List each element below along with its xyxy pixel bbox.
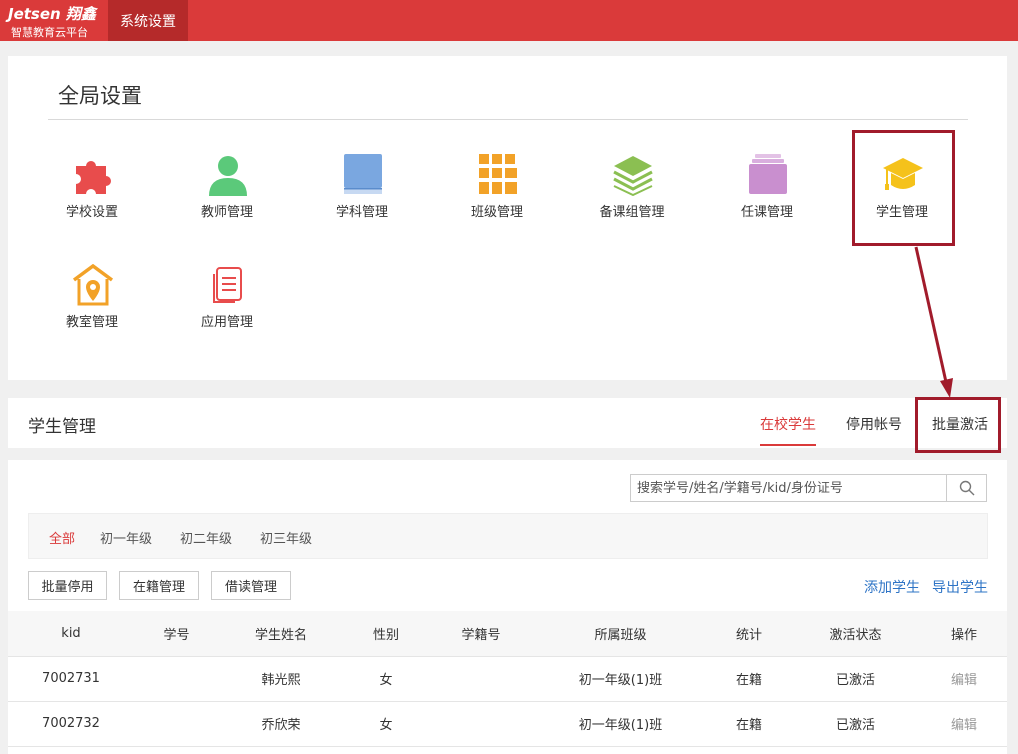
cell-stat: 在籍 (708, 701, 790, 747)
student-content: 全部 初一年级 初二年级 初三年级 批量停用 在籍管理 借读管理 添加学生 导出… (8, 460, 1007, 754)
tile-application-management[interactable]: 应用管理 (177, 264, 277, 354)
tile-label: 教室管理 (65, 315, 118, 330)
global-settings-title: 全局设置 (58, 84, 142, 108)
tile-school-settings[interactable]: 学校设置 (42, 154, 142, 244)
cell-name: 乔欣荣 (219, 701, 343, 747)
layers-icon (613, 156, 653, 196)
edit-link[interactable]: 编辑 (921, 656, 1007, 702)
filter-grade-9[interactable]: 初三年级 (260, 528, 312, 547)
tile-course-assignment[interactable]: 任课管理 (717, 154, 817, 244)
column-header[interactable]: 学籍号 (429, 611, 533, 657)
logo[interactable]: Jetsen 翔鑫 智慧教育云平台 (0, 0, 108, 41)
edit-link[interactable]: 编辑 (921, 701, 1007, 747)
tile-subject-management[interactable]: 学科管理 (312, 154, 412, 244)
logo-brand: Jetsen 翔鑫 (8, 5, 96, 23)
batch-disable-button[interactable]: 批量停用 (28, 571, 107, 600)
search-input[interactable] (631, 475, 948, 501)
puzzle-icon (76, 161, 111, 194)
column-header: 操作 (921, 611, 1007, 657)
cell-registration-no (429, 701, 533, 747)
user-icon (209, 156, 247, 196)
column-header[interactable]: 所属班级 (533, 611, 708, 657)
book-icon (344, 154, 382, 194)
tile-label: 学科管理 (335, 205, 388, 220)
column-header[interactable]: 统计 (708, 611, 790, 657)
table-row[interactable]: 7002731 韩光熙 女 初一年级(1)班 在籍 已激活 编辑 (8, 656, 1007, 702)
tab-enrolled-students[interactable]: 在校学生 (760, 414, 816, 446)
cell-registration-no (429, 656, 533, 702)
nav-tab-system-settings[interactable]: 系统设置 (108, 0, 188, 41)
search-icon (959, 480, 974, 496)
tile-teacher-management[interactable]: 教师管理 (177, 154, 277, 244)
column-header[interactable]: 性别 (343, 611, 429, 657)
student-title: 学生管理 (28, 417, 96, 437)
cell-kid: 7002731 (8, 656, 134, 702)
logo-subtitle: 智慧教育云平台 (11, 26, 88, 39)
filter-grade-7[interactable]: 初一年级 (100, 528, 152, 547)
cell-gender: 女 (343, 701, 429, 747)
filter-grade-8[interactable]: 初二年级 (180, 528, 232, 547)
column-header[interactable]: kid (8, 611, 134, 657)
highlight-box-batch-activate (915, 397, 1001, 453)
tile-label: 学校设置 (65, 205, 118, 220)
cell-activation-status: 已激活 (790, 701, 921, 747)
cell-activation-status: 已激活 (790, 656, 921, 702)
tile-label: 备课组管理 (599, 205, 665, 220)
tile-label: 班级管理 (470, 205, 523, 220)
cell-class: 初一年级(1)班 (533, 656, 708, 702)
table-header-row: kid 学号 学生姓名 性别 学籍号 所属班级 统计 激活状态 操作 (8, 611, 1007, 657)
cell-name: 韩光熙 (219, 656, 343, 702)
search-box (630, 474, 987, 502)
transient-study-management-button[interactable]: 借读管理 (211, 571, 291, 600)
document-icon (213, 267, 242, 303)
search-button[interactable] (946, 475, 986, 501)
student-table: kid 学号 学生姓名 性别 学籍号 所属班级 统计 激活状态 操作 70027… (8, 611, 1007, 747)
tile-class-management[interactable]: 班级管理 (447, 154, 547, 244)
column-header[interactable]: 学号 (134, 611, 219, 657)
cell-gender: 女 (343, 656, 429, 702)
highlight-box-student-tile (852, 130, 955, 246)
classroom-icon (72, 264, 114, 306)
grade-filter-bar: 全部 初一年级 初二年级 初三年级 (28, 513, 988, 559)
tile-label: 教师管理 (200, 205, 253, 220)
divider (48, 119, 968, 120)
filter-all[interactable]: 全部 (49, 528, 75, 547)
top-bar: Jetsen 翔鑫 智慧教育云平台 系统设置 (0, 0, 1018, 41)
cell-stat: 在籍 (708, 656, 790, 702)
table-row[interactable]: 7002732 乔欣荣 女 初一年级(1)班 在籍 已激活 编辑 (8, 701, 1007, 747)
tile-label: 任课管理 (740, 205, 793, 220)
enrollment-management-button[interactable]: 在籍管理 (119, 571, 199, 600)
student-header: 学生管理 在校学生 停用帐号 批量激活 (8, 398, 1007, 448)
tab-disabled-accounts[interactable]: 停用帐号 (846, 414, 902, 434)
column-header[interactable]: 学生姓名 (219, 611, 343, 657)
tile-classroom-management[interactable]: 教室管理 (42, 264, 142, 354)
column-header[interactable]: 激活状态 (790, 611, 921, 657)
export-students-link[interactable]: 导出学生 (932, 577, 988, 597)
cell-class: 初一年级(1)班 (533, 701, 708, 747)
tile-label: 应用管理 (200, 315, 253, 330)
folder-icon (749, 154, 787, 194)
tile-prep-group-management[interactable]: 备课组管理 (582, 154, 682, 244)
cell-student-no (134, 656, 219, 702)
cell-student-no (134, 701, 219, 747)
add-student-link[interactable]: 添加学生 (864, 577, 920, 597)
cell-kid: 7002732 (8, 701, 134, 747)
grid-icon (479, 154, 517, 194)
